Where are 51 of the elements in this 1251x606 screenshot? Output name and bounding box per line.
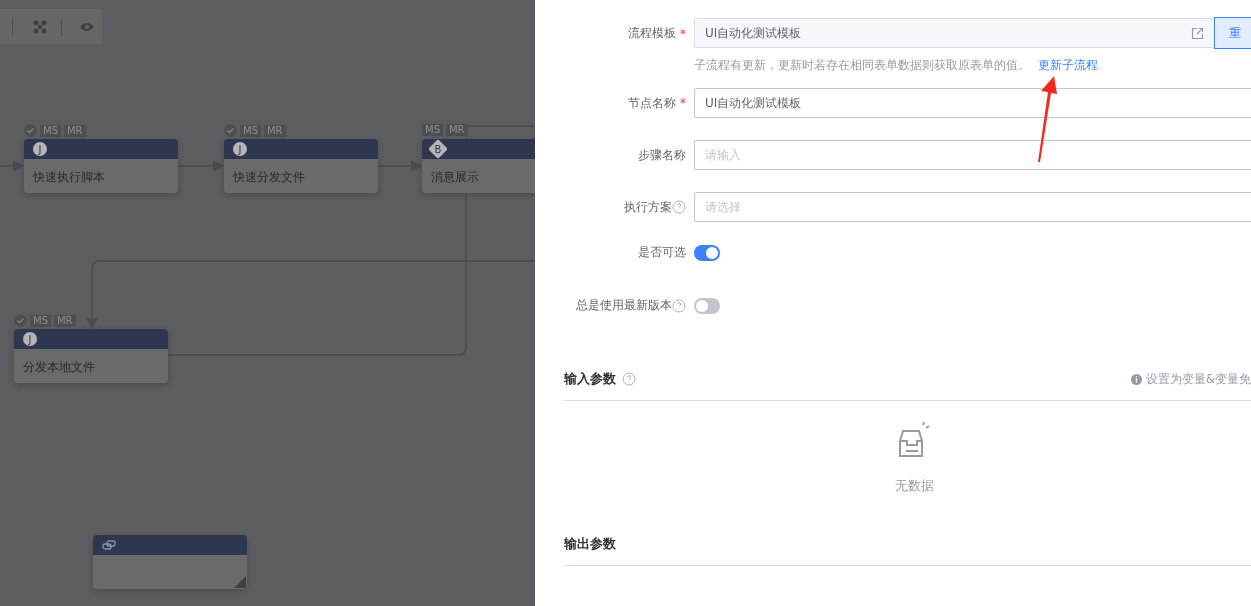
circle-icon: J <box>23 332 37 346</box>
field-label: 步骤名称 <box>638 146 686 164</box>
help-icon[interactable] <box>672 200 686 214</box>
node-badge: MS <box>422 124 443 136</box>
link-icon <box>102 540 116 550</box>
circle-icon: J <box>233 142 247 156</box>
eye-icon[interactable] <box>80 21 94 32</box>
field-label: 执行方案 <box>624 198 686 216</box>
flow-node[interactable]: J 快速执行脚本 <box>24 139 178 193</box>
connector-arrow <box>0 160 25 172</box>
node-badge: MS <box>240 124 261 137</box>
section-title: 输出参数 <box>564 535 616 553</box>
connector-arrow <box>377 160 423 172</box>
circle-icon: J <box>33 142 47 156</box>
layout-icon[interactable] <box>33 19 47 34</box>
template-field[interactable]: UI自动化测试模板 <box>694 18 1214 48</box>
node-title: 消息展示 <box>430 169 480 186</box>
help-icon[interactable] <box>622 372 636 386</box>
empty-text: 无数据 <box>894 477 934 495</box>
node-title: 分发本地文件 <box>22 359 96 376</box>
update-hint: 子流程有更新，更新时若存在相同表单数据则获取原表单的值。 更新子流程 <box>694 57 1099 74</box>
connector-arrow <box>177 160 225 172</box>
node-badge: MR <box>54 314 76 327</box>
reselect-button[interactable]: 重 <box>1214 17 1251 49</box>
variable-tip: 设置为变量&变量免 <box>1145 370 1251 388</box>
field-label: 节点名称 * <box>628 94 686 112</box>
toggle-switch[interactable] <box>694 244 720 261</box>
flow-node[interactable]: J 分发本地文件 <box>14 329 168 383</box>
field-label: 是否可选 <box>638 244 686 261</box>
connector-line <box>465 125 535 138</box>
node-badge: MS <box>40 124 61 137</box>
node-badge: MS <box>30 314 51 327</box>
node-badge: MR <box>446 124 468 136</box>
help-icon[interactable] <box>672 298 686 313</box>
external-link-icon[interactable] <box>1191 26 1204 40</box>
node-badge: MR <box>64 124 86 137</box>
update-subflow-link[interactable]: 更新子流程 <box>1038 58 1098 72</box>
node-title: 快速执行脚本 <box>32 169 106 186</box>
text-field[interactable]: UI自动化测试模板 <box>694 88 1251 118</box>
flow-node[interactable]: B 消息展示 <box>422 139 535 193</box>
node-title: 快速分发文件 <box>232 169 306 186</box>
note-node[interactable] <box>93 535 247 589</box>
toggle-switch[interactable] <box>694 297 720 314</box>
empty-box-icon <box>897 421 931 459</box>
resize-handle-icon[interactable] <box>234 576 246 588</box>
node-badge: MR <box>264 124 286 137</box>
field-label: 流程模板 * <box>628 25 686 42</box>
section-title: 输入参数 <box>564 370 616 388</box>
info-icon <box>1130 373 1142 385</box>
field-label: 总是使用最新版本 <box>576 297 686 314</box>
flow-node[interactable]: J 快速分发文件 <box>224 139 378 193</box>
